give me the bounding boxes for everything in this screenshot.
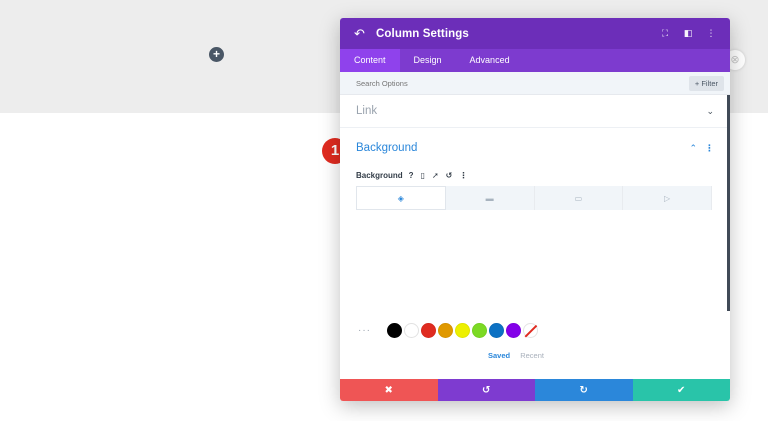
search-row: + Filter [340,72,730,95]
redo-button[interactable]: ↻ [535,379,633,401]
gradient-icon[interactable]: ▬ [446,186,535,210]
background-section-title: Background [356,142,418,154]
image-icon[interactable]: ▭ [535,186,624,210]
saved-colors-tab[interactable]: Saved [488,351,510,360]
column-settings-modal: ↶ Column Settings ⛶ ◧ ⋮ Content Design A… [340,18,730,401]
more-colors-icon[interactable]: ··· [358,325,371,336]
modal-tabs: Content Design Advanced [340,49,730,72]
background-type-tabs: ◈ ▬ ▭ ▷ [356,186,712,210]
color-icon[interactable]: ◈ [356,186,446,210]
background-section-toggle[interactable]: Background ⌃ ⋮ [340,128,730,168]
more-vertical-icon[interactable]: ⋮ [704,28,718,39]
color-swatch-row: ··· [358,323,540,338]
tab-advanced[interactable]: Advanced [456,49,524,72]
video-icon[interactable]: ▷ [623,186,712,210]
more-vertical-icon[interactable]: ⋮ [705,143,714,154]
background-field-label-row: Background ? ▯ ➚ ↺ ⋮ [340,168,730,182]
swatch-black[interactable] [387,323,402,338]
builder-canvas: + ⊗ 1 ↶ Column Settings ⛶ ◧ ⋮ Content De… [0,0,768,421]
save-button[interactable]: ✔ [632,379,730,401]
modal-header: ↶ Column Settings ⛶ ◧ ⋮ [340,18,730,49]
swatch-blue[interactable] [489,323,504,338]
tab-design[interactable]: Design [400,49,456,72]
recent-colors-tab[interactable]: Recent [520,351,544,360]
add-row-icon[interactable]: + [209,47,224,62]
filter-button[interactable]: + Filter [688,75,724,91]
reset-icon[interactable]: ↺ [446,171,453,180]
undo-button[interactable]: ↺ [437,379,535,401]
modal-body: Link ⌄ Background ⌃ ⋮ Background ? ▯ ➚ ↺… [340,95,730,378]
hover-icon[interactable]: ➚ [432,171,439,180]
expand-icon[interactable]: ⛶ [658,28,672,39]
no-color-icon[interactable] [523,323,538,338]
modal-footer: ✖ ↺ ↻ ✔ [340,379,730,401]
swatch-yellow[interactable] [455,323,470,338]
link-section-toggle[interactable]: Link ⌄ [340,95,730,128]
background-section-controls: ⌃ ⋮ [689,143,714,154]
scrollbar[interactable] [727,95,730,311]
cancel-button[interactable]: ✖ [340,379,438,401]
chevron-down-icon: ⌄ [706,105,714,116]
swatch-purple[interactable] [506,323,521,338]
search-input[interactable] [356,78,689,88]
split-view-icon[interactable]: ◧ [681,28,695,39]
swatch-orange[interactable] [438,323,453,338]
background-field-label: Background [356,170,403,180]
swatch-white[interactable] [404,323,419,338]
mobile-icon[interactable]: ▯ [421,171,425,180]
swatch-green[interactable] [472,323,487,338]
help-icon[interactable]: ? [409,171,414,180]
swatch-red[interactable] [421,323,436,338]
back-arrow-icon[interactable]: ↶ [354,26,366,42]
tab-content[interactable]: Content [340,49,400,72]
modal-title: Column Settings [376,27,469,40]
more-vertical-icon[interactable]: ⋮ [459,171,467,180]
swatch-mode-toggle: Saved Recent [488,351,544,360]
link-section-title: Link [356,105,378,117]
chevron-up-icon[interactable]: ⌃ [689,143,697,154]
